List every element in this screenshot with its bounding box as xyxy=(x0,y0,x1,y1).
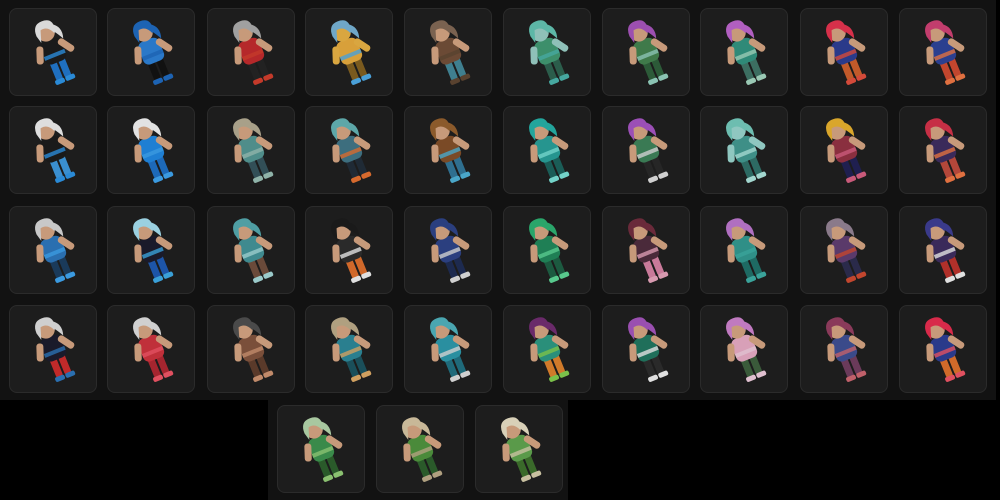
outfit-slot-leaf-crown[interactable] xyxy=(503,305,591,393)
outfit-slot-silver-blue[interactable] xyxy=(9,206,97,294)
outfit-slot-white-blue-dress[interactable] xyxy=(107,106,195,194)
character-sprite-icon xyxy=(826,317,867,382)
outfit-slot-red-spiky[interactable] xyxy=(899,305,987,393)
character-sprite-icon xyxy=(35,118,76,183)
outfit-slot-blue-hat[interactable] xyxy=(107,8,195,96)
character-sprite-icon xyxy=(430,218,471,283)
outfit-slot-teal-mask[interactable] xyxy=(503,8,591,96)
outfit-slot-silver-red[interactable] xyxy=(9,305,97,393)
outfit-slot-brown-coat[interactable] xyxy=(404,8,492,96)
outfit-slot-brown-jacket[interactable] xyxy=(404,106,492,194)
character-sprite-icon xyxy=(925,118,966,183)
character-sprite-icon xyxy=(35,317,76,382)
outfit-slot-violet-braid[interactable] xyxy=(602,305,690,393)
character-sprite-icon xyxy=(628,118,669,183)
character-sprite-icon xyxy=(726,317,767,382)
outfit-slot-purple-ball[interactable] xyxy=(602,106,690,194)
character-sprite-icon xyxy=(628,20,669,85)
outfit-slot-purple-green[interactable] xyxy=(602,8,690,96)
outfit-slot-teal-hood[interactable] xyxy=(207,206,295,294)
outfit-slot-blue-bob[interactable] xyxy=(107,206,195,294)
outfit-slot-purple-teal[interactable] xyxy=(700,8,788,96)
character-sprite-icon xyxy=(726,118,767,183)
outfit-slot-green-ninja[interactable] xyxy=(503,206,591,294)
outfit-slot-cyan-ninja[interactable] xyxy=(503,106,591,194)
character-sprite-icon xyxy=(331,218,372,283)
outfit-slot-pink-shorts[interactable] xyxy=(700,305,788,393)
outfit-slot-green-fairy[interactable] xyxy=(277,405,365,493)
character-sprite-icon xyxy=(726,20,767,85)
character-sprite-icon xyxy=(628,218,669,283)
character-sprite-icon xyxy=(430,317,471,382)
outfit-slot-teal-knight[interactable] xyxy=(700,106,788,194)
character-sprite-icon xyxy=(529,218,570,283)
outfit-slot-white-hair-black[interactable] xyxy=(9,106,97,194)
character-sprite-icon xyxy=(430,20,471,85)
outfit-slot-cream-green[interactable] xyxy=(475,405,563,493)
outfit-slot-blonde-teal[interactable] xyxy=(305,305,393,393)
outfit-slot-red-bun[interactable] xyxy=(899,106,987,194)
outfit-slot-red-hair-blue[interactable] xyxy=(800,8,888,96)
character-sprite-icon xyxy=(430,118,471,183)
character-sprite-icon xyxy=(925,20,966,85)
character-sprite-icon xyxy=(233,118,274,183)
outfit-slot-beige-green[interactable] xyxy=(376,405,464,493)
outfit-slot-red-gown[interactable] xyxy=(107,305,195,393)
outfit-slot-white-hair-blue[interactable] xyxy=(9,8,97,96)
character-sprite-icon xyxy=(331,118,372,183)
character-sprite-icon xyxy=(529,20,570,85)
character-sprite-icon xyxy=(133,118,174,183)
character-sprite-icon xyxy=(826,218,867,283)
character-sprite-icon xyxy=(133,218,174,283)
outfit-slot-pirate[interactable] xyxy=(899,206,987,294)
character-sprite-icon xyxy=(35,218,76,283)
character-sprite-icon xyxy=(133,317,174,382)
character-sprite-icon xyxy=(233,218,274,283)
outfit-slot-red-vest[interactable] xyxy=(207,8,295,96)
character-sprite-icon xyxy=(529,317,570,382)
outfit-slot-grey-cap[interactable] xyxy=(800,206,888,294)
outfit-slot-teal-twin[interactable] xyxy=(404,305,492,393)
outfit-slot-maroon-blue[interactable] xyxy=(800,305,888,393)
outfit-slot-straw-hat[interactable] xyxy=(800,106,888,194)
character-sprite-icon xyxy=(628,317,669,382)
character-sprite-icon xyxy=(529,118,570,183)
outfit-slot-golden-mech[interactable] xyxy=(305,8,393,96)
character-sprite-icon xyxy=(925,218,966,283)
character-sprite-icon xyxy=(826,118,867,183)
character-sprite-icon xyxy=(501,417,542,482)
character-sprite-icon xyxy=(726,218,767,283)
character-sprite-icon xyxy=(925,317,966,382)
character-sprite-icon xyxy=(826,20,867,85)
character-sprite-icon xyxy=(303,417,344,482)
outfit-slot-grey-teal[interactable] xyxy=(207,106,295,194)
character-sprite-icon xyxy=(331,317,372,382)
outfit-slot-dark-pink[interactable] xyxy=(602,206,690,294)
outfit-slot-teal-stripe[interactable] xyxy=(305,106,393,194)
character-sprite-icon xyxy=(402,417,443,482)
character-sprite-icon xyxy=(331,20,372,85)
outfit-slot-teal-cloak[interactable] xyxy=(700,206,788,294)
character-sprite-icon xyxy=(233,20,274,85)
character-sprite-icon xyxy=(233,317,274,382)
outfit-slot-brown-robe[interactable] xyxy=(207,305,295,393)
outfit-slot-black-orange[interactable] xyxy=(305,206,393,294)
character-sprite-icon xyxy=(133,20,174,85)
character-sprite-icon xyxy=(35,20,76,85)
outfit-slot-pink-bunny[interactable] xyxy=(899,8,987,96)
outfit-slot-blue-cap[interactable] xyxy=(404,206,492,294)
